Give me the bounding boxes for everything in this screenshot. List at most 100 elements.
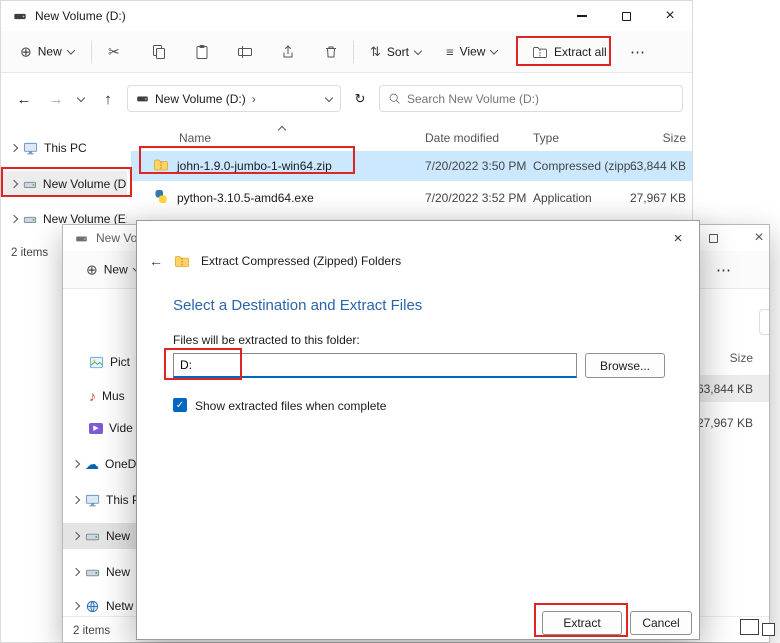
monitor-icon — [85, 493, 100, 508]
minimize-button[interactable] — [560, 1, 604, 31]
close-button[interactable]: × — [741, 225, 770, 251]
paste-button[interactable] — [187, 39, 217, 65]
file-size: 27,967 KB — [630, 191, 686, 205]
back-button[interactable]: ← — [11, 85, 37, 113]
view-button[interactable]: ≡ View — [439, 39, 504, 64]
destination-label: Files will be extracted to this folder: — [173, 333, 360, 347]
navigation-bar: ← → ↑ New Volume (D:) › ↻ — [1, 85, 692, 113]
sort-ascending-icon — [278, 126, 286, 134]
onedrive-cloud-icon: ☁ — [85, 456, 99, 473]
check-icon: ✓ — [176, 400, 184, 411]
destination-path-input[interactable] — [173, 353, 577, 378]
column-name[interactable]: Name — [179, 131, 211, 145]
share-button[interactable] — [273, 39, 303, 65]
more-button[interactable]: ⋯ — [623, 38, 652, 66]
close-icon: × — [674, 230, 683, 247]
file-row-fragment[interactable]: 27,967 KB — [699, 409, 769, 436]
drive-icon — [23, 212, 37, 227]
maximize-button[interactable] — [604, 1, 648, 31]
view-icon: ≡ — [446, 44, 454, 59]
drive-icon — [85, 529, 100, 544]
trash-icon — [323, 44, 339, 60]
window-drive-icon — [75, 232, 88, 245]
column-date-modified[interactable]: Date modified — [425, 131, 499, 145]
plus-icon: ⊕ — [86, 261, 98, 278]
close-icon: × — [754, 230, 763, 246]
items-count-status: 2 items — [73, 625, 110, 637]
browse-button[interactable]: Browse... — [585, 353, 665, 378]
more-icon: ⋯ — [630, 43, 645, 61]
more-button[interactable]: ⋯ — [709, 256, 738, 284]
search-box — [379, 85, 683, 112]
extract-all-button[interactable]: Extract all — [525, 39, 614, 65]
tray-window-small-icon[interactable] — [762, 623, 775, 636]
window-drive-icon — [13, 9, 27, 23]
up-button[interactable]: ↑ — [95, 85, 121, 113]
search-input[interactable] — [407, 92, 674, 106]
expand-chevron-icon — [72, 496, 80, 504]
forward-button[interactable]: → — [43, 85, 69, 113]
tray-window-icon[interactable] — [740, 619, 759, 635]
drive-icon — [136, 92, 149, 105]
pictures-icon — [89, 355, 104, 370]
expand-chevron-icon — [72, 602, 80, 610]
file-size: 27,967 KB — [697, 416, 753, 430]
file-row-fragment[interactable]: 63,844 KB — [699, 375, 769, 402]
breadcrumb-separator: › — [252, 92, 256, 106]
address-bar[interactable]: New Volume (D:) › — [127, 85, 341, 112]
sort-button[interactable]: ⇅ Sort — [363, 39, 428, 65]
maximize-icon — [709, 234, 718, 243]
copy-button[interactable] — [144, 39, 174, 65]
dialog-close-button[interactable]: × — [665, 227, 691, 249]
file-size: 63,844 KB — [697, 382, 753, 396]
maximize-button[interactable] — [695, 225, 731, 251]
expand-chevron-icon — [10, 180, 18, 188]
delete-button[interactable] — [316, 39, 346, 65]
column-size[interactable]: Size — [730, 351, 753, 365]
file-date: 7/20/2022 3:50 PM — [425, 159, 526, 173]
sort-icon: ⇅ — [370, 44, 381, 60]
search-icon — [388, 92, 401, 105]
expand-chevron-icon — [72, 532, 80, 540]
chevron-down-icon[interactable] — [325, 93, 333, 101]
maximize-icon — [622, 12, 631, 21]
divider — [353, 41, 354, 63]
rename-button[interactable] — [230, 39, 260, 65]
network-icon — [85, 599, 100, 614]
sidebar-item-new-volume-d[interactable]: New Volume (D:) — [1, 171, 127, 197]
share-icon — [280, 44, 296, 60]
zipped-folder-icon — [153, 157, 169, 173]
expand-chevron-icon — [72, 568, 80, 576]
dialog-back-icon[interactable]: ← — [149, 253, 163, 269]
window-title: New Volume (D:) — [35, 9, 126, 23]
close-button[interactable]: × — [648, 1, 692, 31]
copy-icon — [151, 44, 167, 60]
cancel-button[interactable]: Cancel — [630, 611, 692, 635]
breadcrumb: New Volume (D:) — [155, 92, 246, 106]
show-extracted-checkbox[interactable]: ✓ — [173, 398, 187, 412]
column-size[interactable]: Size — [663, 131, 686, 145]
extract-button[interactable]: Extract — [542, 611, 622, 635]
cut-icon: ✂ — [108, 43, 120, 60]
new-button[interactable]: ⊕ New — [13, 38, 81, 65]
chevron-down-icon — [490, 46, 498, 54]
more-icon: ⋯ — [716, 261, 731, 279]
expand-chevron-icon — [10, 215, 18, 223]
minimize-icon — [577, 15, 587, 16]
file-row-zip[interactable]: john-1.9.0-jumbo-1-win64.zip 7/20/2022 3… — [131, 151, 693, 181]
cut-button[interactable]: ✂ — [101, 38, 127, 65]
divider — [91, 41, 92, 63]
file-row-python[interactable]: python-3.10.5-amd64.exe 7/20/2022 3:52 P… — [131, 183, 693, 213]
refresh-button[interactable]: ↻ — [349, 85, 371, 113]
sidebar-item-this-pc[interactable]: This PC — [1, 135, 127, 161]
search-box-fragment — [759, 309, 770, 335]
recent-locations-button[interactable] — [73, 85, 89, 113]
python-icon — [153, 189, 169, 205]
file-name: john-1.9.0-jumbo-1-win64.zip — [177, 159, 332, 173]
command-bar: ⊕ New ✂ ⇅ Sort ≡ View — [1, 31, 692, 73]
monitor-icon — [23, 141, 38, 156]
list-header: Name Date modified Type Size — [131, 125, 693, 149]
titlebar: New Volume (D:) × — [1, 1, 692, 31]
paste-icon — [194, 44, 210, 60]
column-type[interactable]: Type — [533, 131, 559, 145]
